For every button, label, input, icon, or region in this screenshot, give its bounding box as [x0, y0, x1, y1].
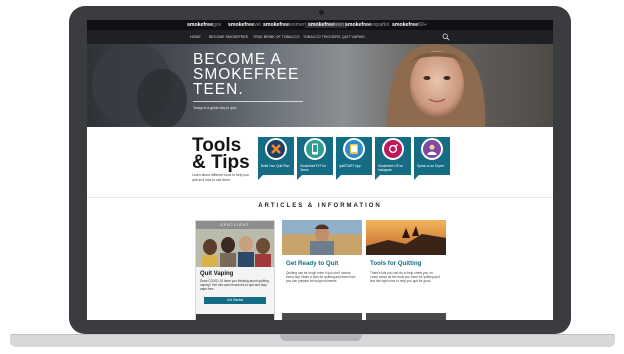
next-row-preview [196, 314, 274, 320]
next-row-preview [282, 313, 362, 320]
tile-smokefreetxt[interactable]: SmokefreeTXT for Teens [297, 137, 333, 180]
tools-description: Learn about different tools to help you … [192, 173, 249, 182]
site-brand-bar: smokefreegov smokefreevet smokefreewomen… [87, 20, 553, 30]
tools-tips-heading: Tools & Tips [192, 135, 250, 173]
spotlight-card[interactable]: SPOTLIGHT Quit Vaping Does COVID-19 have… [195, 220, 275, 320]
expert-avatar-icon [421, 138, 443, 160]
nav-tobacco-triggers[interactable]: TOBACCO TRIGGERS [303, 35, 340, 39]
search-icon[interactable] [442, 33, 450, 41]
tools-for-quitting-title[interactable]: Tools for Quitting [370, 260, 421, 267]
main-nav: HOME BECOME SMOKEFREE TRUE BRINK OF TOBA… [87, 30, 553, 44]
hero-banner: BECOME A SMOKEFREE TEEN. Today is a grea… [87, 44, 553, 127]
laptop-mockup: smokefreegov smokefreevet smokefreewomen… [0, 0, 624, 354]
hero-title: BECOME A SMOKEFREE TEEN. [193, 51, 300, 98]
tablet-icon [343, 138, 365, 160]
brand-link-gov[interactable]: smokefreegov [187, 22, 221, 28]
camera-dot [319, 10, 324, 15]
nav-true-brink-of-tobacco[interactable]: TRUE BRINK OF TOBACCO [253, 35, 299, 39]
tools-for-quitting-photo [366, 220, 446, 255]
laptop-notch [280, 334, 362, 341]
website-screen: smokefreegov smokefreevet smokefreewomen… [87, 20, 553, 320]
phone-icon [304, 138, 326, 160]
cross-icon [265, 138, 287, 160]
article-card-tools-for-quitting[interactable]: Tools for Quitting There's lots you can … [366, 220, 446, 320]
spotlight-title[interactable]: Quit Vaping [200, 271, 233, 277]
nav-quit-vaping[interactable]: QUIT VAPING [342, 35, 365, 39]
articles-heading: ARTICLES & INFORMATION [258, 203, 382, 209]
instagram-icon [382, 138, 404, 160]
brand-link-vet[interactable]: smokefreevet [228, 22, 261, 28]
tile-instagram[interactable]: Smokefree US on Instagram [375, 137, 411, 180]
brand-link-teen[interactable]: smokefreeteen [305, 22, 348, 28]
nav-become-smokefree[interactable]: BECOME SMOKEFREE [209, 35, 248, 39]
next-row-preview [366, 313, 446, 320]
spotlight-badge: SPOTLIGHT [196, 221, 274, 229]
tile-build-quit-plan[interactable]: Build Your Quit Plan [258, 137, 294, 180]
hero-divider [193, 101, 303, 102]
get-started-button[interactable]: Get Started [204, 297, 266, 304]
spotlight-photo [196, 229, 274, 267]
spotlight-text: Does COVID-19 have you thinking about qu… [200, 279, 269, 291]
get-ready-title[interactable]: Get Ready to Quit [286, 260, 338, 267]
hero-subtitle: Today is a great day to quit. [193, 106, 237, 110]
brand-link-60plus[interactable]: smokefree60+ [392, 22, 427, 28]
tools-for-quitting-text: There's lots you can do to help cheer yo… [370, 271, 440, 284]
get-ready-text: Quitting can be tough even if you don't … [286, 271, 356, 284]
section-divider [87, 197, 553, 198]
brand-link-espanol[interactable]: smokefreeespañol [345, 22, 389, 28]
brand-link-women[interactable]: smokefreewomen [263, 22, 306, 28]
tile-speak-to-expert[interactable]: Speak to an Expert [414, 137, 450, 180]
tile-quitstart-app[interactable]: quitSTART App [336, 137, 372, 180]
article-card-get-ready[interactable]: Get Ready to Quit Quitting can be tough … [282, 220, 362, 320]
nav-home[interactable]: HOME [190, 35, 201, 39]
get-ready-photo [282, 220, 362, 255]
